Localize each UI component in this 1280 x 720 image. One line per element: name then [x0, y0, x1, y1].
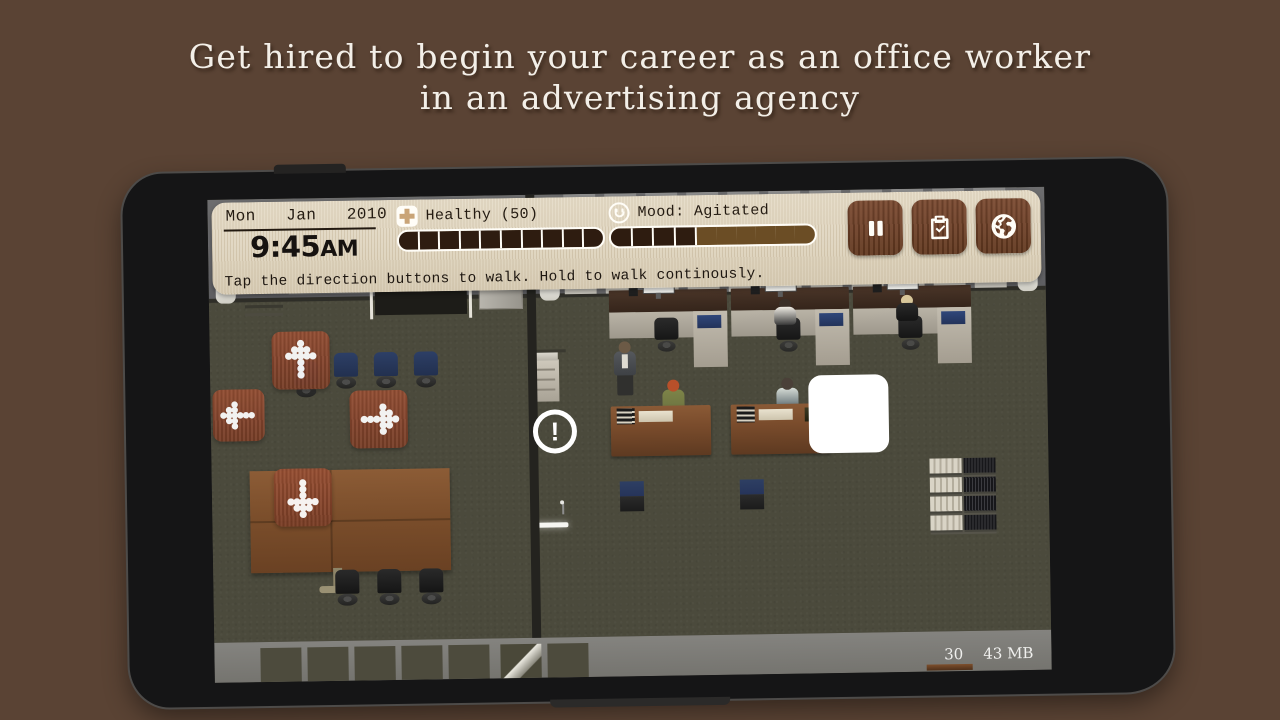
health-cross-icon	[396, 205, 418, 227]
office-chair	[653, 317, 680, 352]
bar-segment	[460, 230, 482, 249]
bar-segment	[736, 226, 757, 245]
arrow-right-icon	[360, 403, 400, 435]
bar-segment	[563, 228, 585, 248]
info-popup-panel[interactable]	[808, 374, 890, 454]
meeting-chair	[412, 351, 440, 388]
meeting-chair	[372, 351, 400, 389]
hud-date: Mon Jan 2010	[225, 205, 388, 226]
bar-segment	[795, 225, 815, 244]
bar-segment	[584, 228, 604, 247]
mood-stat: Mood: Agitated	[608, 199, 818, 249]
seated-worker	[773, 298, 797, 326]
page-title: Get hired to begin your career as an off…	[188, 37, 1092, 117]
meeting-chair	[333, 569, 361, 606]
corridor-desk	[926, 663, 973, 671]
bar-segment	[522, 229, 544, 248]
health-label: Healthy (50)	[425, 205, 539, 225]
bar-segment	[419, 231, 441, 250]
phone-screen: ! Mon Jan 2010 9:45AM Healthy (50) Mood:…	[207, 186, 1052, 683]
phone-bottom-port	[550, 696, 731, 708]
wall-trim	[244, 304, 283, 309]
pause-button[interactable]	[847, 199, 904, 256]
phone-side-button	[273, 163, 346, 174]
seated-worker	[895, 294, 919, 322]
world-map-button[interactable]	[975, 197, 1032, 254]
globe-icon	[991, 213, 1016, 239]
bar-segment	[716, 226, 737, 245]
bar-segment	[653, 227, 676, 246]
meeting-chair	[417, 568, 445, 605]
promo-screenshot: Get hired to begin your career as an off…	[0, 0, 1280, 720]
dpad-left-button[interactable]	[212, 389, 266, 442]
mood-bar	[608, 223, 818, 249]
lounge-chair	[619, 481, 645, 512]
bar-segment	[481, 230, 503, 249]
arrow-left-icon	[220, 401, 255, 430]
arrow-up-icon	[285, 339, 317, 379]
health-stat: Healthy (50)	[396, 203, 606, 252]
meeting-chair	[375, 568, 403, 606]
arrow-down-icon	[287, 479, 319, 518]
hud-clock-ampm: AM	[320, 236, 359, 263]
hud-clock-time: 9:45	[249, 229, 321, 265]
bar-segment	[755, 225, 776, 245]
health-bar	[396, 226, 606, 252]
bar-segment	[398, 231, 420, 250]
dpad-down-button[interactable]	[273, 467, 333, 527]
whiteboard-shadow	[374, 289, 468, 316]
bookshelf	[929, 457, 997, 535]
tasks-button[interactable]	[911, 198, 968, 255]
bar-segment	[439, 230, 461, 250]
reception-desk	[610, 405, 712, 457]
bar-segment	[542, 229, 564, 248]
smiley-face-icon	[608, 202, 630, 224]
alert-marker-label: !	[550, 416, 560, 447]
game-hud: Mon Jan 2010 9:45AM Healthy (50) Mood: A…	[211, 189, 1042, 295]
perf-overlay: 30 43 MB	[944, 644, 1034, 663]
mood-label: Mood: Agitated	[637, 202, 770, 222]
dpad-right-button[interactable]	[349, 389, 409, 449]
pause-icon	[868, 220, 883, 236]
dpad-up-button[interactable]	[271, 330, 331, 390]
memory-counter: 43 MB	[983, 643, 1034, 663]
hud-button-group	[847, 197, 1032, 256]
corridor-door	[500, 643, 542, 679]
lounge-chair	[739, 479, 765, 510]
phone-device-frame: ! Mon Jan 2010 9:45AM Healthy (50) Mood:…	[121, 157, 1175, 709]
bar-segment	[632, 227, 655, 247]
bar-segment	[610, 228, 633, 247]
bar-segment	[501, 229, 523, 249]
bar-segment	[697, 226, 718, 246]
fps-counter: 30	[944, 645, 964, 664]
meeting-chair	[332, 352, 360, 389]
hud-clock: 9:45AM	[249, 229, 359, 265]
wall-trim	[245, 312, 284, 317]
clipboard-check-icon	[930, 215, 949, 239]
bar-segment	[675, 227, 698, 246]
bar-segment	[775, 225, 796, 244]
character-manager	[612, 341, 639, 396]
hud-tip-text: Tap the direction buttons to walk. Hold …	[224, 266, 765, 291]
